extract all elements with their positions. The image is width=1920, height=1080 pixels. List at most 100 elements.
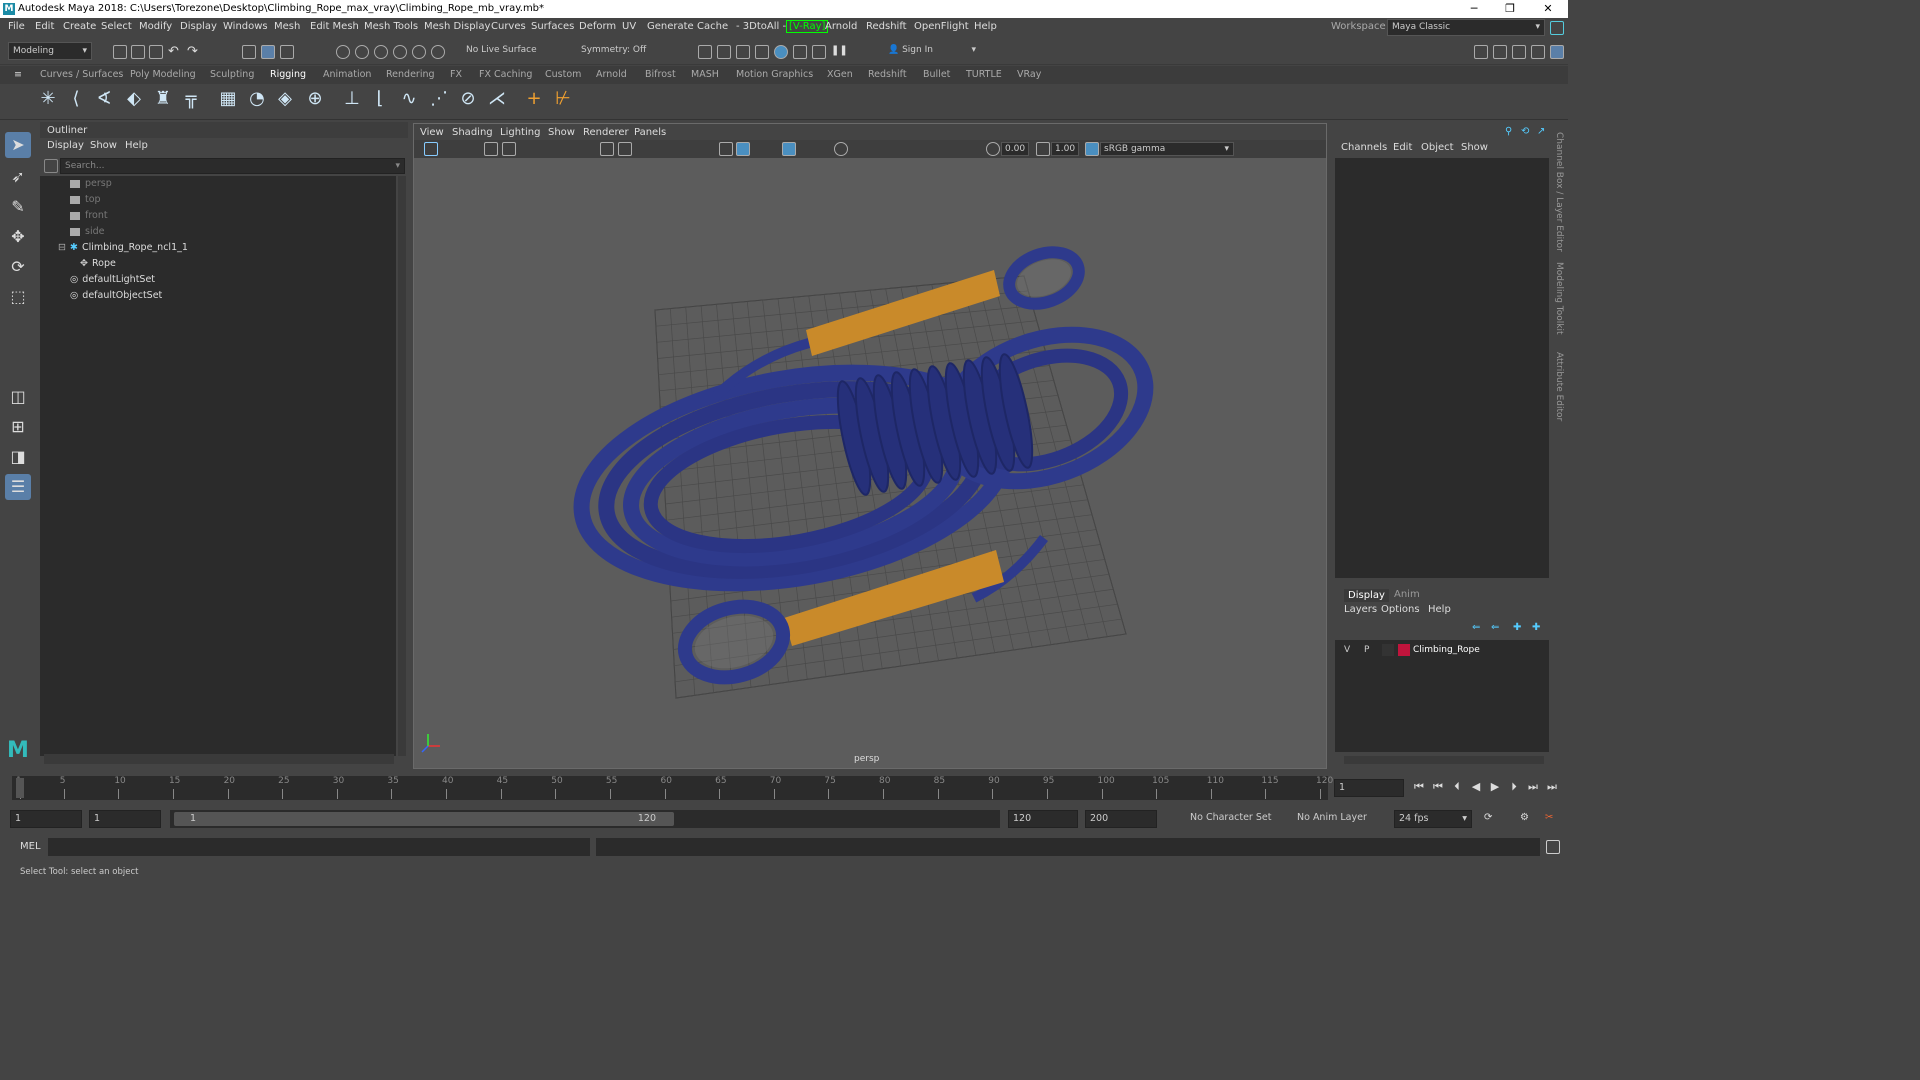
time-slider[interactable]: 1510152025303540455055606570758085909510… (0, 772, 1568, 802)
lights-icon[interactable] (834, 142, 848, 156)
select-component-icon[interactable] (280, 45, 294, 59)
ipr-render-icon[interactable] (736, 45, 750, 59)
menu-mesh-tools[interactable]: Mesh Tools (364, 21, 418, 32)
layer-menu-options[interactable]: Options (1381, 604, 1420, 615)
layer-name[interactable]: Climbing_Rope (1413, 645, 1480, 655)
float-icon[interactable]: ⟲ (1521, 126, 1535, 140)
textured-icon[interactable] (782, 142, 796, 156)
pole-vector-icon[interactable]: ⋌ (487, 88, 507, 110)
anim-layer-dropdown[interactable]: No Anim Layer (1293, 810, 1381, 828)
shelf-menu-icon[interactable]: ≡ (14, 69, 22, 80)
outliner-scrollbar[interactable] (398, 176, 406, 756)
add-icon[interactable]: + (524, 88, 544, 110)
scale-tool-icon[interactable]: ⬚ (5, 284, 31, 310)
shelf-tab-animation[interactable]: Animation (323, 69, 371, 80)
shelf-tab-fx-caching[interactable]: FX Caching (479, 69, 532, 80)
start-time-field[interactable]: 1 (10, 810, 82, 828)
color-space-dropdown[interactable]: sRGB gamma ▾ (1100, 142, 1234, 156)
open-scene-icon[interactable] (131, 45, 145, 59)
hik-icon[interactable]: ⬖ (124, 88, 144, 110)
outliner-menu-help[interactable]: Help (125, 140, 148, 151)
aim-constraint-icon[interactable]: ∿ (399, 88, 419, 110)
menu-deform[interactable]: Deform (579, 21, 616, 32)
play-forward-icon[interactable]: ▶ (1488, 780, 1502, 794)
mode-dropdown[interactable]: Modeling ▾ (8, 42, 92, 60)
snap-view-plane-icon[interactable] (412, 45, 426, 59)
auto-key-icon[interactable]: ⚙ (1520, 812, 1534, 826)
redo-icon[interactable]: ↷ (187, 45, 201, 59)
viewport-menu-show[interactable]: Show (548, 127, 575, 138)
layer-menu-help[interactable]: Help (1428, 604, 1451, 615)
new-scene-icon[interactable] (113, 45, 127, 59)
cluster-icon[interactable]: ⊕ (305, 88, 325, 110)
character-set-dropdown[interactable]: No Character Set (1186, 810, 1284, 828)
menu-curves[interactable]: Curves (491, 21, 526, 32)
play-backward-icon[interactable]: ◀ (1469, 780, 1483, 794)
quick-rig-icon[interactable]: ♜ (153, 88, 173, 110)
render-frame-icon[interactable] (698, 45, 712, 59)
channel-menu-edit[interactable]: Edit (1393, 142, 1412, 153)
close-button[interactable]: ✕ (1538, 2, 1558, 16)
viewport-menu-renderer[interactable]: Renderer (583, 127, 629, 138)
playback-end-field[interactable]: 120 (1008, 810, 1078, 828)
menu-windows[interactable]: Windows (223, 21, 268, 32)
wireframe-icon[interactable] (719, 142, 733, 156)
ik-spline-icon[interactable]: ∢ (94, 88, 114, 110)
shelf-tab-turtle[interactable]: TURTLE (966, 69, 1002, 80)
outliner-menu-show[interactable]: Show (90, 140, 117, 151)
minimize-button[interactable]: ─ (1464, 2, 1484, 16)
shelf-tab-custom[interactable]: Custom (545, 69, 581, 80)
shelf-tab-rigging[interactable]: Rigging (270, 69, 306, 80)
rotate-tool-icon[interactable]: ⟳ (5, 254, 31, 280)
smooth-shade-icon[interactable] (736, 142, 750, 156)
shelf-tab-motion-graphics[interactable]: Motion Graphics (736, 69, 813, 80)
shelf-tab-fx[interactable]: FX (450, 69, 462, 80)
go-to-start-icon[interactable]: ⏮ (1412, 780, 1426, 794)
render-sequence-icon[interactable] (717, 45, 731, 59)
lasso-tool-icon[interactable]: ➶ (5, 164, 31, 190)
menu-generate[interactable]: Generate (647, 21, 694, 32)
shelf-tab-redshift[interactable]: Redshift (868, 69, 907, 80)
script-editor-icon[interactable] (1546, 840, 1560, 854)
save-scene-icon[interactable] (149, 45, 163, 59)
paint-select-icon[interactable]: ✎ (5, 194, 31, 220)
menu-edit[interactable]: Edit (35, 21, 54, 32)
range-handle[interactable]: 1 120 (174, 812, 674, 826)
select-object-icon[interactable] (261, 45, 275, 59)
shelf-tab-bullet[interactable]: Bullet (923, 69, 950, 80)
paint-weights-icon[interactable]: ◔ (247, 88, 267, 110)
snap-point-icon[interactable] (374, 45, 388, 59)
sign-in-button[interactable]: 👤 Sign In ▾ (884, 42, 980, 60)
step-forward-key-icon[interactable]: ⏭ (1526, 780, 1540, 794)
step-back-key-icon[interactable]: ⏮ (1431, 780, 1445, 794)
two-pane-icon[interactable]: ◨ (5, 444, 31, 470)
side-tab-modeling-toolkit[interactable]: Modeling Toolkit (1554, 262, 1564, 335)
layer-row[interactable]: V P Climbing_Rope (1335, 642, 1549, 658)
list-item[interactable]: ✥ Rope (80, 258, 116, 269)
shelf-tab-arnold[interactable]: Arnold (596, 69, 627, 80)
menu-help[interactable]: Help (974, 21, 997, 32)
point-constraint-icon[interactable]: ⌊ (370, 88, 390, 110)
viewport-menu-lighting[interactable]: Lighting (500, 127, 540, 138)
shelf-tab-poly-modeling[interactable]: Poly Modeling (130, 69, 196, 80)
shelf-tab-bifrost[interactable]: Bifrost (645, 69, 676, 80)
menu-redshift[interactable]: Redshift (866, 21, 907, 32)
restore-button[interactable]: ❐ (1500, 2, 1520, 16)
shelf-tab-xgen[interactable]: XGen (827, 69, 853, 80)
menu-cache[interactable]: Cache (697, 21, 728, 32)
time-cursor[interactable] (16, 778, 24, 798)
live-surface-field[interactable]: No Live Surface (462, 42, 542, 60)
move-tool-icon[interactable]: ✥ (5, 224, 31, 250)
menu-uv[interactable]: UV (622, 21, 636, 32)
new-layer-selected-icon[interactable]: ✚ (1532, 622, 1546, 636)
list-item[interactable]: ◎ defaultObjectSet (70, 290, 162, 301)
layer-visibility[interactable]: V (1344, 645, 1350, 655)
viewport-menu-panels[interactable]: Panels (634, 127, 666, 138)
tab-anim[interactable]: Anim (1394, 589, 1420, 600)
side-tab-channel-box[interactable]: Channel Box / Layer Editor (1554, 132, 1564, 252)
channel-menu-object[interactable]: Object (1421, 142, 1454, 153)
pin-icon[interactable]: ↗ (1537, 126, 1551, 140)
layer-color-swatch[interactable] (1398, 644, 1410, 656)
menu-mesh-display[interactable]: Mesh Display (424, 21, 490, 32)
exposure-field[interactable]: 0.00 (1001, 142, 1029, 156)
